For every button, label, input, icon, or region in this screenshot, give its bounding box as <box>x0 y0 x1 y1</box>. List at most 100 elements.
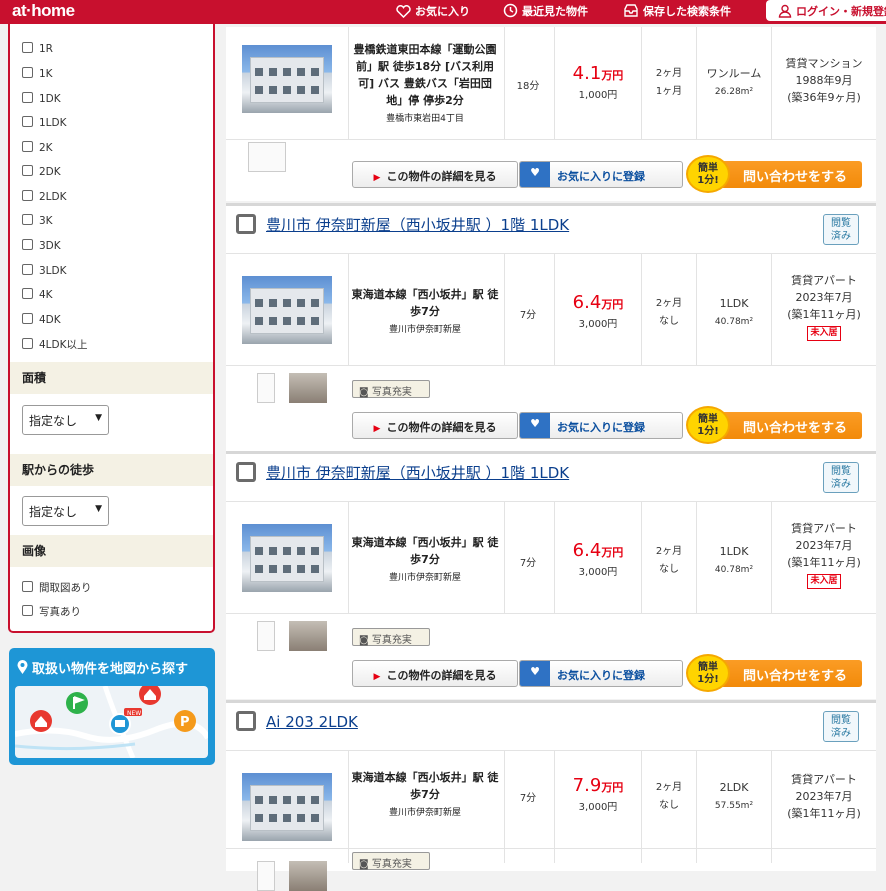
layout-checkbox-2dk[interactable]: 2DK <box>22 165 61 178</box>
layout-checkbox-4k[interactable]: 4K <box>22 288 53 301</box>
layout-checkbox-1k[interactable]: 1K <box>22 67 53 80</box>
photo-checkbox[interactable]: 写真あり <box>22 604 81 619</box>
chevron-down-icon: ▼ <box>95 413 102 423</box>
viewed-badge: 閲覧 済み <box>823 462 859 493</box>
recent-link[interactable]: 最近見た物件 <box>503 3 588 19</box>
listing-title-link[interactable]: 豊川市 伊奈町新屋（西小坂井駅 ）1階 1LDK <box>236 214 569 235</box>
property-photo[interactable] <box>242 773 332 841</box>
walk-heading: 駅からの徒歩 <box>10 454 213 486</box>
easy-one-minute-badge: 簡単 1分! <box>686 654 730 692</box>
property-photo[interactable] <box>242 524 332 592</box>
checkbox[interactable] <box>22 190 33 201</box>
building-info: 賃貸マンション 1988年9月 (築36年9ヶ月) <box>785 57 863 104</box>
layout-checkbox-4ldk-plus[interactable]: 4LDK以上 <box>22 337 88 352</box>
checkbox[interactable] <box>22 605 33 616</box>
walk-time: 18分 <box>516 81 540 92</box>
checkbox[interactable] <box>22 92 33 103</box>
easy-one-minute-badge: 簡単 1分! <box>686 155 730 193</box>
select-checkbox[interactable] <box>236 711 256 731</box>
floorplan-thumbnail[interactable] <box>257 373 275 403</box>
easy-one-minute-badge: 簡単 1分! <box>686 406 730 444</box>
building-info: 賃貸アパート 2023年7月 (築1年11ヶ月) 未入居 <box>772 520 876 589</box>
checkbox[interactable] <box>22 288 33 299</box>
listing-summary-row: 東海道本線「西小坂井」駅 徒歩7分 豊川市伊奈町新屋 7分 7.9万円 3,000円… <box>226 750 876 863</box>
walk-time: 7分 <box>519 310 537 321</box>
listing-action-row: ◙ 写真充実 <box>226 848 876 891</box>
checkbox[interactable] <box>22 264 33 275</box>
layout-checkbox-4dk[interactable]: 4DK <box>22 313 61 326</box>
checkbox[interactable] <box>22 239 33 250</box>
listing-title-link[interactable]: 豊川市 伊奈町新屋（西小坂井駅 ）1階 1LDK <box>236 462 569 483</box>
view-detail-button[interactable]: ▶ この物件の詳細を見る <box>352 660 518 687</box>
view-detail-button[interactable]: ▶ この物件の詳細を見る <box>352 161 518 188</box>
layout-checkbox-1dk[interactable]: 1DK <box>22 92 61 105</box>
site-header: at·home お気に入り 最近見た物件 保存した検索条件 ログイン・新規登録 <box>0 0 886 24</box>
heart-icon <box>396 5 411 19</box>
layout-checkbox-3k[interactable]: 3K <box>22 214 53 227</box>
layout-checkbox-3dk[interactable]: 3DK <box>22 239 61 252</box>
map-search-banner[interactable]: 取扱い物件を地図から探す NEW P <box>9 648 215 765</box>
floorplan-checkbox[interactable]: 間取図あり <box>22 580 92 595</box>
checkbox[interactable] <box>22 67 33 78</box>
rent-price: 7.9万円 3,000円 <box>556 775 640 813</box>
tray-icon <box>624 4 638 17</box>
address: 豊川市伊奈町新屋 <box>388 573 461 583</box>
rent-price: 6.4万円 3,000円 <box>556 292 640 330</box>
add-favorite-button[interactable]: ♥ お気に入りに登録 <box>519 412 683 439</box>
search-filter-sidebar: 1R 1K 1DK 1LDK 2K 2DK 2LDK 3K 3DK 3LDK 4… <box>8 24 215 633</box>
listing-title-link[interactable]: Ai 203 2LDK <box>236 711 358 731</box>
checkbox[interactable] <box>22 313 33 324</box>
deposit-keymoney: 2ヶ月 なし <box>655 546 683 575</box>
layout-checkbox-1ldk[interactable]: 1LDK <box>22 116 67 129</box>
checkbox[interactable] <box>22 141 33 152</box>
select-checkbox[interactable] <box>236 214 256 234</box>
checkbox[interactable] <box>22 214 33 225</box>
floorplan-thumbnail[interactable] <box>257 861 275 891</box>
interior-thumbnail[interactable] <box>289 861 327 891</box>
chevron-down-icon: ▼ <box>95 504 102 514</box>
listing-card: 豊川市 伊奈町新屋（西小坂井駅 ）1階 1LDK 閲覧 済み 東海道本線「西小坂井… <box>226 203 876 451</box>
viewed-badge: 閲覧 済み <box>823 214 859 245</box>
login-button[interactable]: ログイン・新規登録 <box>766 0 886 21</box>
property-photo[interactable] <box>242 45 332 113</box>
checkbox[interactable] <box>22 338 33 349</box>
add-favorite-button[interactable]: ♥ お気に入りに登録 <box>519 660 683 687</box>
unoccupied-badge: 未入居 <box>807 326 841 341</box>
listing-card: 豊川市 伊奈町新屋（西小坂井駅 ）1階 1LDK 閲覧 済み 東海道本線「西小坂井… <box>226 451 876 699</box>
layout-area: 2LDK 57.55m² <box>714 781 754 811</box>
walk-select[interactable]: 指定なし ▼ <box>22 496 109 526</box>
rent-price: 6.4万円 3,000円 <box>556 540 640 578</box>
site-logo[interactable]: at·home <box>12 1 75 21</box>
interior-thumbnail[interactable] <box>289 373 327 403</box>
photo-rich-tag: ◙ 写真充実 <box>352 628 430 646</box>
property-photo[interactable] <box>242 276 332 344</box>
deposit-keymoney: 2ヶ月 1ヶ月 <box>655 68 683 97</box>
checkbox[interactable] <box>22 116 33 127</box>
management-fee: 1,000円 <box>578 90 618 101</box>
favorites-link[interactable]: お気に入り <box>396 3 470 19</box>
layout-checkbox-1r[interactable]: 1R <box>22 42 53 55</box>
layout-checkbox-2ldk[interactable]: 2LDK <box>22 190 67 203</box>
select-checkbox[interactable] <box>236 462 256 482</box>
deposit-keymoney: 2ヶ月 なし <box>655 782 683 811</box>
add-favorite-button[interactable]: ♥ お気に入りに登録 <box>519 161 683 188</box>
checkbox[interactable] <box>22 165 33 176</box>
deposit-keymoney: 2ヶ月 なし <box>655 298 683 327</box>
heart-icon: ♥ <box>520 413 550 438</box>
interior-thumbnail[interactable] <box>289 621 327 651</box>
checkbox[interactable] <box>22 581 33 592</box>
heart-icon: ♥ <box>520 661 550 686</box>
listing-card: 豊橋鉄道東田本線「運動公園前」駅 徒歩18分 [バス利用可] バス 豊鉄バス「岩… <box>226 27 876 201</box>
area-select[interactable]: 指定なし ▼ <box>22 405 109 435</box>
saved-search-link[interactable]: 保存した検索条件 <box>623 3 731 19</box>
map-pin-icon <box>17 660 28 674</box>
play-triangle-icon: ▶ <box>373 173 381 183</box>
checkbox[interactable] <box>22 42 33 53</box>
map-illustration: NEW P <box>15 686 208 758</box>
heart-icon: ♥ <box>520 162 550 187</box>
floorplan-thumbnail[interactable] <box>257 621 275 651</box>
layout-checkbox-3ldk[interactable]: 3LDK <box>22 264 67 277</box>
layout-checkbox-2k[interactable]: 2K <box>22 141 53 154</box>
layout-area: ワンルーム 26.28m² <box>706 67 762 97</box>
view-detail-button[interactable]: ▶ この物件の詳細を見る <box>352 412 518 439</box>
